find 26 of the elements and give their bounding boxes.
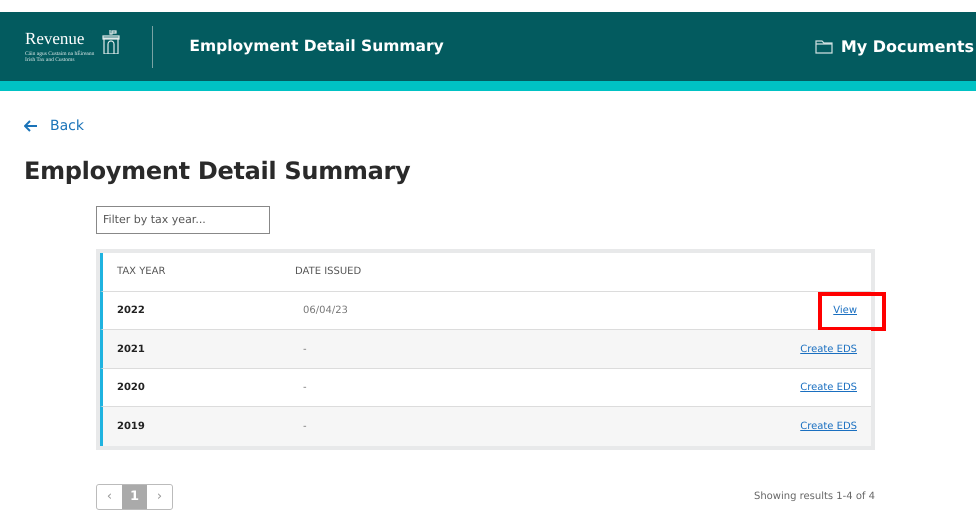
filter-field[interactable]: Filter by tax year... [96,206,270,234]
column-header: TAX YEAR [116,265,166,280]
logo-text: Revenue [25,30,86,47]
table-cell-text: - [302,381,308,396]
next-page-button[interactable]: › [147,484,172,509]
back-link[interactable]: Back [24,116,84,136]
action-link[interactable]: Create EDS [800,421,857,432]
action-link[interactable]: Create EDS [800,382,857,394]
column-header: DATE ISSUED [295,265,362,280]
table-cell-text: 2022 [116,304,146,318]
action-link[interactable]: View [833,305,857,316]
table-cell-text: 06/04/23 [302,304,349,318]
back-arrow-icon [24,120,38,132]
action-link[interactable]: Create EDS [800,344,857,355]
results-summary: Showing results 1-4 of 4 [754,490,875,504]
table-cell-text: 2020 [116,381,146,396]
page-title: Employment Detail Summary [24,157,412,186]
table-cell-text: - [302,420,308,434]
table-cell-text: 2021 [116,342,146,357]
folder-icon [814,39,833,54]
table-cell-text: - [302,342,308,357]
previous-page-button[interactable]: ‹ [97,484,122,509]
my-documents-link[interactable]: My Documents [814,34,976,58]
castle-icon [102,30,120,54]
table-cell-text: 2019 [116,420,146,434]
header-title: Employment Detail Summary [189,36,444,57]
